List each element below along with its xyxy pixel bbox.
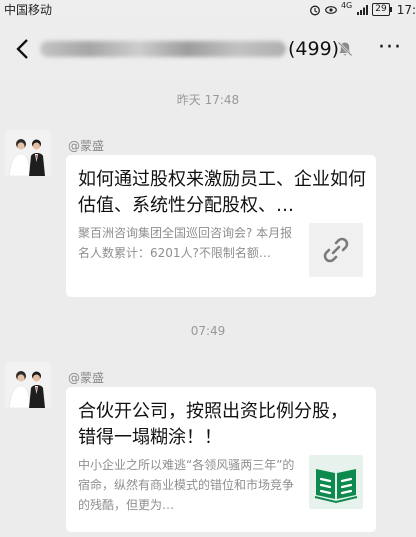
open-book-icon xyxy=(314,469,358,504)
status-icons: 4G 29 17: xyxy=(309,1,416,18)
sender-name: @蒙盛 xyxy=(68,371,105,385)
message-timestamp: 07:49 xyxy=(190,324,226,338)
clock: 17: xyxy=(396,2,416,17)
sender-name: @蒙盛 xyxy=(68,139,105,153)
avatar[interactable] xyxy=(5,130,51,176)
card-description: 中小企业之所以难逃“各领风骚两三年”的宿命，纵然有商业模式的错位和市场竞争的残酷… xyxy=(78,458,295,512)
alarm-icon xyxy=(309,5,320,15)
card-thumbnail xyxy=(309,223,363,277)
link-card[interactable]: 合伙开公司，按照出资比例分股，错得一塌糊涂！！ 中小企业之所以难逃“各领风骚两三… xyxy=(66,387,376,532)
message-timestamp: 昨天 17:48 xyxy=(176,93,240,107)
status-bar: 中国移动 4G 29 17: xyxy=(0,0,416,19)
card-title: 合伙开公司，按照出资比例分股，错得一塌糊涂！！ xyxy=(78,401,348,448)
card-description: 聚百洲咨询集团全国巡回咨询会? 本月报名人数累计：6201人?不限制名额… xyxy=(78,226,293,260)
member-count: (499) xyxy=(288,38,340,60)
signal-icon xyxy=(357,4,369,15)
wedding-photo xyxy=(5,362,51,408)
chat-header: (499) ··· xyxy=(0,19,416,79)
eye-icon xyxy=(325,5,337,14)
card-thumbnail xyxy=(309,455,363,509)
battery-level: 29 xyxy=(372,3,393,16)
back-arrow-icon[interactable] xyxy=(12,37,36,61)
muted-bell-icon xyxy=(337,41,353,57)
avatar[interactable] xyxy=(5,362,51,408)
wedding-photo xyxy=(5,130,51,176)
link-icon xyxy=(323,237,349,263)
card-title: 如何通过股权来激励员工、企业如何估值、系统性分配股权、… xyxy=(78,169,366,216)
link-card[interactable]: 如何通过股权来激励员工、企业如何估值、系统性分配股权、… 聚百洲咨询集团全国巡回… xyxy=(66,155,376,297)
more-options-button[interactable]: ··· xyxy=(378,37,402,59)
chat-title[interactable]: (499) xyxy=(40,36,339,62)
network-type: 4G xyxy=(340,1,353,10)
blurred-group-name xyxy=(40,41,286,57)
carrier-name: 中国移动 xyxy=(4,3,53,17)
